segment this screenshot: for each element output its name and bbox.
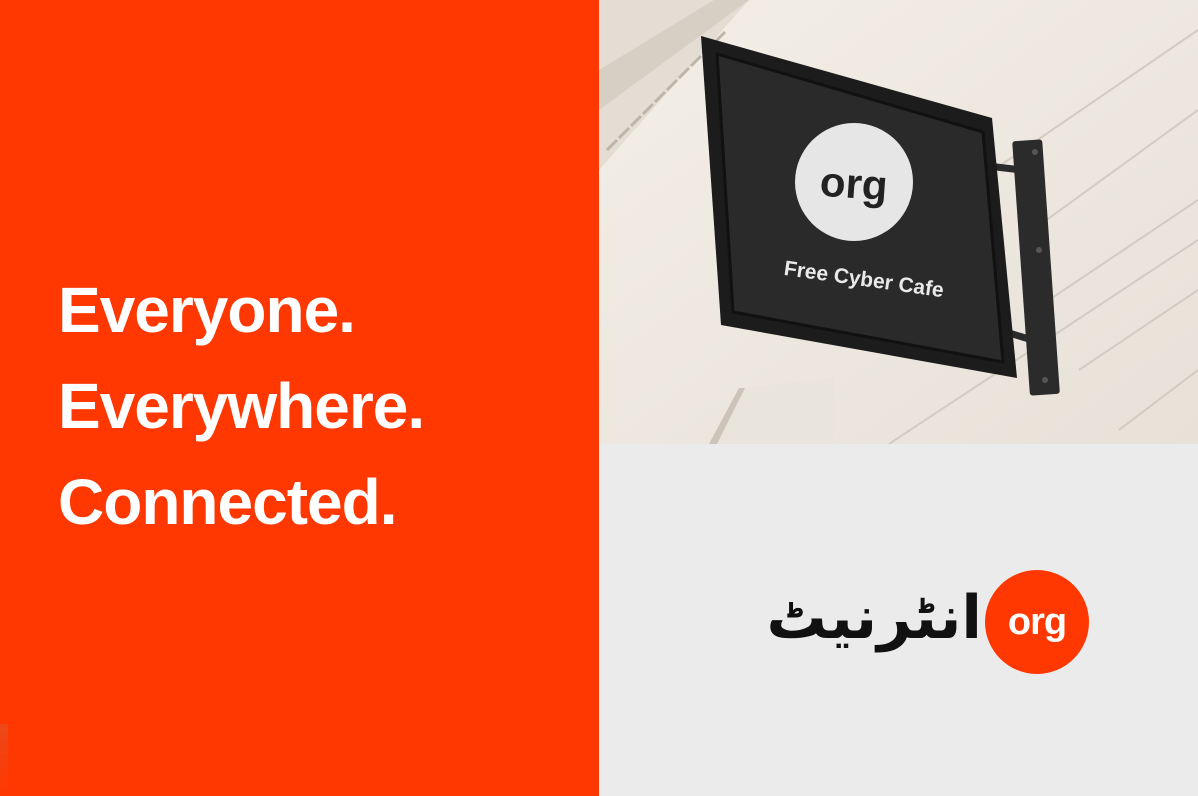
headline-line-1: Everyone. [58, 274, 356, 346]
headline-panel: Everyone. Everywhere. Connected. [0, 0, 599, 796]
hanging-sign-icon: org Free Cyber Cafe [599, 0, 1198, 444]
headline-line-2: Everywhere. [58, 370, 425, 442]
sign-logo-text: org [819, 158, 890, 210]
urdu-wordmark: انٹرنیٹ [766, 583, 982, 653]
sign-photo: org Free Cyber Cafe [599, 0, 1198, 444]
poster: Everyone. Everywhere. Connected. org Fre… [0, 0, 1198, 796]
org-logo-badge: org [985, 570, 1089, 674]
headline: Everyone. Everywhere. Connected. [58, 262, 425, 550]
headline-line-3: Connected. [58, 466, 397, 538]
edge-mark [0, 724, 8, 796]
